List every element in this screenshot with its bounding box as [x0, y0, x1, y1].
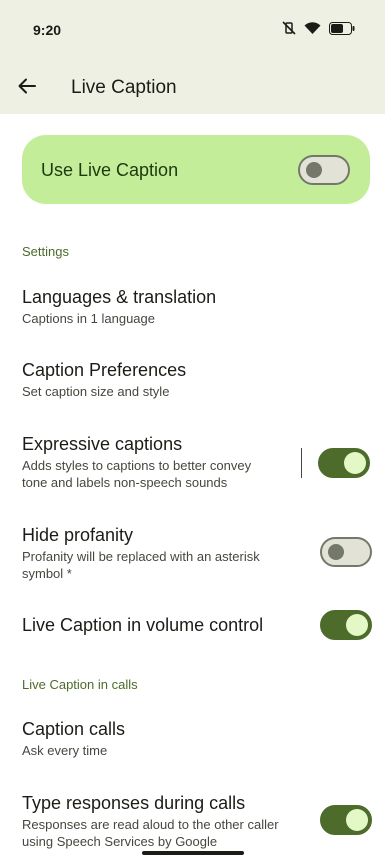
volume-title: Live Caption in volume control	[22, 615, 264, 635]
type-responses-switch[interactable]	[320, 805, 372, 835]
page-title: Live Caption	[71, 77, 177, 98]
caption-calls-title: Caption calls	[22, 719, 126, 739]
status-time: 9:20	[33, 22, 62, 38]
expressive-subtitle-line2: tone and labels non-speech sounds	[22, 475, 228, 490]
status-icons	[282, 21, 355, 40]
expressive-title: Expressive captions	[22, 434, 183, 454]
arrow-back-icon	[18, 78, 36, 99]
use-live-caption-label: Use Live Caption	[41, 160, 179, 180]
gesture-nav-handle[interactable]	[142, 851, 244, 855]
profanity-subtitle-line2: symbol *	[22, 566, 72, 581]
wifi-icon	[304, 21, 321, 40]
hide-profanity-switch[interactable]	[320, 537, 372, 567]
switch-thumb	[306, 162, 322, 178]
preferences-title: Caption Preferences	[22, 360, 187, 380]
expressive-subtitle-line1: Adds styles to captions to better convey	[22, 458, 252, 473]
preferences-subtitle: Set caption size and style	[22, 384, 170, 399]
switch-thumb	[328, 544, 344, 560]
type-responses-title: Type responses during calls	[22, 793, 246, 813]
caption-calls-subtitle: Ask every time	[22, 743, 108, 758]
use-live-caption-switch[interactable]	[298, 155, 350, 185]
switch-thumb	[346, 614, 368, 636]
type-responses-subtitle-line2: using Speech Services by Google	[22, 834, 218, 849]
expressive-captions-switch[interactable]	[318, 448, 370, 478]
vertical-divider	[301, 448, 302, 478]
vibrate-mute-icon	[282, 21, 296, 40]
profanity-subtitle-line1: Profanity will be replaced with an aster…	[22, 549, 260, 564]
languages-title: Languages & translation	[22, 287, 217, 307]
type-responses-subtitle-line1: Responses are read aloud to the other ca…	[22, 817, 279, 832]
top-bar: 9:20 Live Caption	[0, 0, 385, 114]
section-header-settings: Settings	[22, 244, 69, 259]
use-live-caption-card[interactable]: Use Live Caption	[22, 135, 370, 204]
battery-icon	[329, 21, 355, 40]
languages-subtitle: Captions in 1 language	[22, 311, 155, 326]
switch-thumb	[344, 452, 366, 474]
switch-thumb	[346, 809, 368, 831]
profanity-title: Hide profanity	[22, 525, 134, 545]
volume-control-switch[interactable]	[320, 610, 372, 640]
back-button[interactable]	[14, 75, 40, 101]
section-header-calls: Live Caption in calls	[22, 677, 138, 692]
